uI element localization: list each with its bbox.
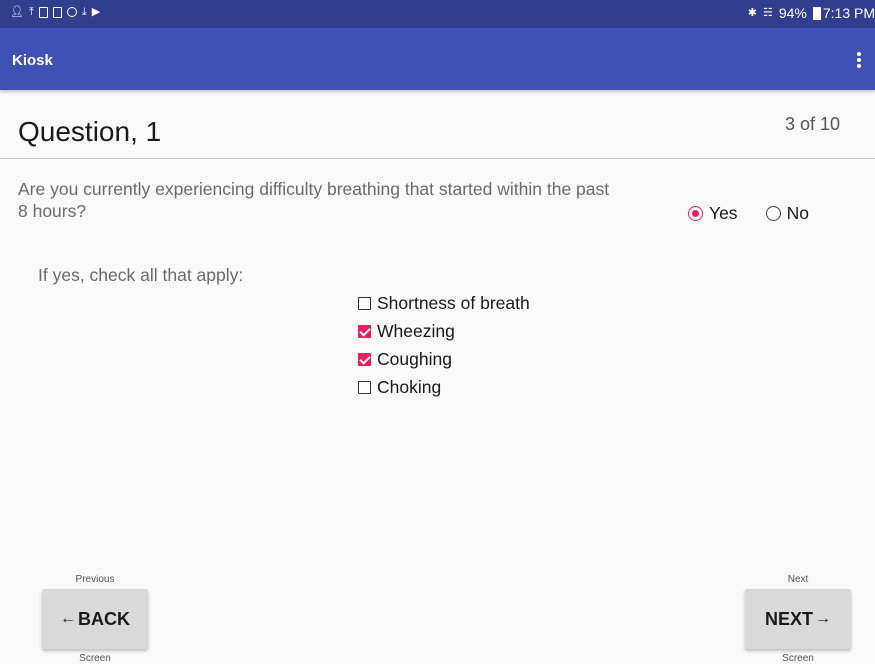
- app-title: Kiosk: [12, 52, 53, 69]
- question-counter: 3 of 10: [784, 114, 840, 134]
- question-text: Are you currently experiencing difficult…: [18, 179, 610, 221]
- battery-icon: [812, 6, 821, 20]
- check-item-coughing[interactable]: Coughing: [358, 349, 530, 370]
- person-icon: 👤︎: [10, 6, 24, 18]
- app-bar: Kiosk: [0, 28, 875, 90]
- notification-icons: 👤︎ ⤒ ⤓ ▶: [10, 6, 100, 18]
- overflow-menu-icon[interactable]: [857, 52, 861, 68]
- page-title: Question, 1: [18, 116, 162, 147]
- radio-button-no[interactable]: [765, 206, 781, 221]
- checkbox-wheezing[interactable]: [358, 325, 371, 338]
- radio-option-no[interactable]: No: [765, 203, 809, 224]
- check-label: Shortness of breath: [377, 293, 530, 313]
- back-button[interactable]: ← BACK: [42, 589, 148, 649]
- play-icon: ▶: [91, 6, 101, 18]
- next-hint-bottom: Screen: [782, 653, 814, 664]
- bluetooth-icon: ✱: [747, 7, 757, 19]
- system-status: ✱ ☵ 94% 7:13 PM: [748, 5, 875, 21]
- download-icon: ⤓: [81, 6, 87, 18]
- radio-label-yes: Yes: [709, 203, 738, 223]
- arrow-left-icon: ←: [60, 610, 76, 627]
- back-hint-bottom: Screen: [79, 653, 111, 664]
- radio-button-yes[interactable]: [688, 206, 703, 221]
- answer-radio-group: Yes No: [688, 203, 809, 224]
- wifi-icon: ☵: [762, 7, 773, 19]
- next-hint-top: Next: [787, 574, 809, 585]
- image-icon: [38, 6, 48, 18]
- check-label: Wheezing: [377, 321, 455, 341]
- back-hint-top: Previous: [75, 574, 115, 585]
- check-label: Choking: [377, 377, 442, 397]
- upload-icon: ⤒: [28, 6, 34, 18]
- gallery-icon: [52, 6, 62, 18]
- target-icon: [66, 7, 77, 17]
- symptom-checklist: Shortness of breath Wheezing Coughing Ch…: [358, 293, 530, 398]
- header-divider: [0, 158, 875, 159]
- battery-level: 94%: [778, 5, 807, 21]
- check-item-choking[interactable]: Choking: [358, 377, 530, 398]
- next-button[interactable]: NEXT →: [745, 589, 851, 649]
- status-bar: 👤︎ ⤒ ⤓ ▶ ✱ ☵ 94% 7:13 PM: [0, 0, 875, 28]
- next-button-label: NEXT: [764, 608, 813, 629]
- checkbox-coughing[interactable]: [358, 353, 371, 366]
- check-label: Coughing: [377, 349, 452, 369]
- follow-up-instruction: If yes, check all that apply:: [38, 265, 244, 285]
- back-button-label: BACK: [78, 608, 130, 629]
- arrow-right-icon: →: [815, 610, 831, 627]
- checkbox-shortness-of-breath[interactable]: [358, 297, 371, 310]
- clock: 7:13 PM: [822, 5, 875, 21]
- check-item-shortness-of-breath[interactable]: Shortness of breath: [358, 293, 530, 314]
- radio-label-no: No: [786, 203, 809, 223]
- check-item-wheezing[interactable]: Wheezing: [358, 321, 530, 342]
- checkbox-choking[interactable]: [358, 381, 371, 394]
- radio-option-yes[interactable]: Yes: [688, 203, 738, 224]
